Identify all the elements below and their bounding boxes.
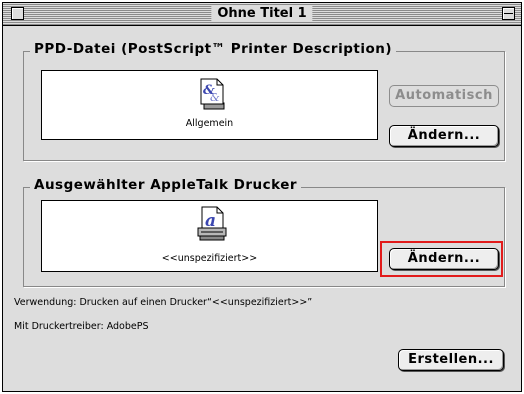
printer-icon-label: <<unspezifiziert>> xyxy=(161,253,258,264)
driver-text: Mit Druckertreiber: AdobePS xyxy=(14,321,149,332)
create-button[interactable]: Erstellen... xyxy=(398,349,504,371)
dialog-window: Ohne Titel 1 PPD-Datei (PostScript™ Prin… xyxy=(2,2,522,392)
svg-text:&: & xyxy=(210,91,220,104)
automatic-button[interactable]: Automatisch xyxy=(389,85,499,107)
printer-group-title: Ausgewählter AppleTalk Drucker xyxy=(30,177,302,193)
ppd-icon-label: Allgemein xyxy=(185,118,234,129)
close-box-icon[interactable] xyxy=(11,7,24,20)
ppd-group: PPD-Datei (PostScript™ Printer Descripti… xyxy=(23,41,505,161)
ppd-icon-box[interactable]: & & Allgemein xyxy=(41,70,378,140)
printer-group: Ausgewählter AppleTalk Drucker a <<unspe… xyxy=(23,177,505,287)
ppd-group-title: PPD-Datei (PostScript™ Printer Descripti… xyxy=(30,41,396,57)
zoom-box-icon[interactable] xyxy=(502,7,515,20)
window-title: Ohne Titel 1 xyxy=(211,5,313,22)
printer-icon: a xyxy=(197,206,227,242)
printer-change-button[interactable]: Ändern... xyxy=(389,248,499,270)
printer-icon-box[interactable]: a <<unspezifiziert>> xyxy=(41,200,378,272)
usage-text: Verwendung: Drucken auf einen Drucker“<<… xyxy=(14,297,313,308)
document-icon: & & xyxy=(197,78,227,110)
ppd-change-button[interactable]: Ändern... xyxy=(389,125,499,147)
title-bar[interactable]: Ohne Titel 1 xyxy=(3,3,521,26)
